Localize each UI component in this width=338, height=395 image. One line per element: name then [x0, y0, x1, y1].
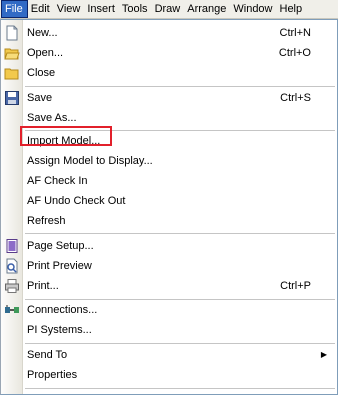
menu-item-label: Print... [27, 280, 59, 292]
file-menu-dropdown: New... Ctrl+N Open... Ctrl+O Close Save … [0, 19, 338, 395]
menu-item-label: New... [27, 27, 58, 39]
menu-item-label: Properties [27, 369, 78, 381]
menu-item-page-setup[interactable]: Page Setup... [1, 236, 337, 256]
submenu-arrow-icon: ▶ [320, 350, 327, 359]
menu-item-label: Connections... [27, 304, 98, 316]
menu-item-af-undo-check-out[interactable]: AF Undo Check Out [1, 191, 337, 211]
menu-item-assign-model[interactable]: Assign Model to Display... [1, 151, 337, 171]
menu-item-label: Close [27, 67, 56, 79]
menu-help[interactable]: Help [277, 0, 307, 18]
shortcut-text: Ctrl+S [280, 92, 311, 104]
menu-item-label: Open... [27, 47, 64, 59]
separator [25, 86, 335, 87]
menu-item-save[interactable]: Save Ctrl+S [1, 88, 337, 108]
menu-item-open[interactable]: Open... Ctrl+O [1, 43, 337, 63]
menu-edit[interactable]: Edit [28, 0, 54, 18]
menu-item-label: Print Preview [27, 260, 92, 272]
menu-item-label: Page Setup... [27, 240, 94, 252]
menu-item-send-to[interactable]: Send To ▶ [1, 345, 337, 365]
separator [25, 388, 335, 389]
page-setup-icon [6, 239, 18, 253]
menu-item-close[interactable]: Close [1, 63, 337, 83]
menu-item-connections[interactable]: Connections... [1, 300, 337, 320]
menu-item-label: AF Undo Check Out [27, 195, 126, 207]
separator [25, 233, 335, 234]
connections-icon [5, 305, 19, 313]
menu-window[interactable]: Window [230, 0, 276, 18]
menu-item-label: Refresh [27, 215, 66, 227]
save-disk-icon [5, 91, 19, 105]
menu-item-print-preview[interactable]: Print Preview [1, 256, 337, 276]
menu-arrange[interactable]: Arrange [184, 0, 230, 18]
menu-draw[interactable]: Draw [152, 0, 185, 18]
shortcut-text: Ctrl+N [279, 27, 311, 39]
menu-bar: File Edit View Insert Tools Draw Arrange… [0, 0, 338, 19]
close-folder-icon [4, 68, 19, 80]
menu-tools[interactable]: Tools [119, 0, 152, 18]
menu-item-label: Assign Model to Display... [27, 155, 153, 167]
menu-item-new[interactable]: New... Ctrl+N [1, 23, 337, 43]
separator [25, 343, 335, 344]
menu-item-refresh[interactable]: Refresh [1, 211, 337, 231]
menu-file[interactable]: File [1, 0, 28, 18]
shortcut-text: Ctrl+O [278, 47, 311, 59]
shortcut-text: Ctrl+P [280, 280, 311, 292]
menu-item-properties[interactable]: Properties [1, 365, 337, 385]
menu-view[interactable]: View [54, 0, 85, 18]
menu-item-print[interactable]: Print... Ctrl+P [1, 276, 337, 296]
menu-item-label: Save [27, 92, 53, 104]
menu-item-save-as[interactable]: Save As... [1, 108, 337, 128]
open-folder-icon [4, 48, 20, 60]
printer-icon [5, 279, 19, 293]
highlight-annotation-box [20, 126, 112, 146]
menu-item-af-check-in[interactable]: AF Check In [1, 171, 337, 191]
menu-item-label: Save As... [27, 112, 77, 124]
menu-insert[interactable]: Insert [84, 0, 119, 18]
menu-item-label: AF Check In [27, 175, 88, 187]
new-document-icon [6, 25, 18, 41]
print-preview-icon [6, 258, 18, 274]
menu-item-label: PI Systems... [27, 324, 92, 336]
menu-item-pi-systems[interactable]: PI Systems... [1, 320, 337, 340]
menu-item-label: Send To [27, 349, 68, 361]
